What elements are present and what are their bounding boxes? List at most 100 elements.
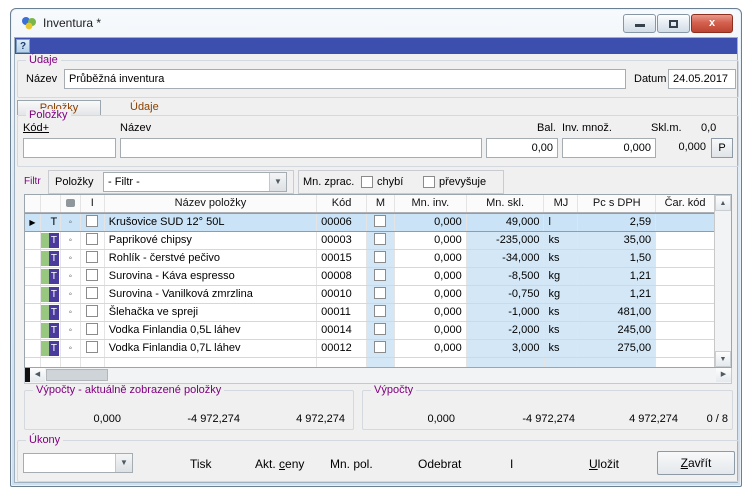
filter-polozky-label: Položky: [55, 176, 94, 188]
header-mj: MJ: [544, 195, 578, 212]
table-row[interactable]: T ◦ Rohlík - čerstvé pečivo 00015 0,000 …: [25, 250, 714, 268]
items-table: I Název položky Kód M Mn. inv. Mn. skl. …: [24, 194, 732, 368]
entry-nazev-input[interactable]: [120, 138, 482, 158]
titlebar[interactable]: Inventura * x: [11, 9, 741, 37]
p-button[interactable]: P: [711, 138, 733, 158]
help-button[interactable]: ?: [16, 39, 30, 53]
scroll-left-icon[interactable]: ◀: [30, 368, 45, 382]
chybi-checkbox[interactable]: [361, 176, 373, 188]
m-checkbox[interactable]: [374, 341, 386, 353]
row-checkbox[interactable]: [86, 323, 98, 335]
header-name: Název položky: [105, 195, 317, 212]
table-row[interactable]: T ◦ Surovina - Káva espresso 00008 0,000…: [25, 268, 714, 286]
ulozit-button[interactable]: Uložit: [589, 457, 619, 471]
table-row[interactable]: T ◦ Paprikové chipsy 00003 0,000 -235,00…: [25, 232, 714, 250]
scroll-up-icon[interactable]: ▲: [715, 195, 731, 211]
pc-cell: 35,00: [578, 232, 656, 249]
row-checkbox[interactable]: [86, 341, 98, 353]
row-marker: [25, 268, 41, 285]
inv-mnoz-input[interactable]: 0,000: [562, 138, 656, 158]
window-title: Inventura *: [43, 16, 101, 30]
header-bar: Čar. kód: [656, 195, 714, 212]
m-checkbox[interactable]: [374, 233, 386, 245]
chevron-down-icon: ▼: [115, 454, 132, 472]
scroll-down-icon[interactable]: ▼: [715, 351, 731, 367]
kod-label[interactable]: Kód+: [23, 122, 49, 134]
bal-input[interactable]: 0,00: [486, 138, 558, 158]
filter-select[interactable]: - Filtr - ▼: [103, 172, 287, 192]
m-checkbox[interactable]: [374, 215, 386, 227]
table-row[interactable]: T ◦ Vodka Finlandia 0,7L láhev 00012 0,0…: [25, 340, 714, 358]
table-header-row[interactable]: I Název položky Kód M Mn. inv. Mn. skl. …: [25, 195, 714, 213]
scroll-right-icon[interactable]: ▶: [716, 368, 731, 382]
totals-all-v3: 4 972,274: [575, 413, 678, 425]
row-checkbox[interactable]: [86, 215, 98, 227]
zavrit-button[interactable]: Zavřít: [657, 451, 735, 475]
close-button[interactable]: x: [691, 14, 733, 33]
mn-pol-button[interactable]: Mn. pol.: [330, 457, 373, 471]
mn-skl-cell: -8,500: [467, 268, 545, 285]
i-button[interactable]: I: [510, 457, 513, 471]
ukony-select[interactable]: ▼: [23, 453, 133, 473]
prevysuje-checkbox[interactable]: [423, 176, 435, 188]
m-checkbox[interactable]: [374, 323, 386, 335]
restore-button[interactable]: [657, 14, 690, 33]
table-row[interactable]: T ◦ Surovina - Vanilková zmrzlina 00010 …: [25, 286, 714, 304]
dot-icon: ◦: [69, 307, 73, 318]
akt-ceny-button[interactable]: Akt. ceny: [255, 457, 304, 471]
horizontal-scrollbar[interactable]: ◀ ▶: [24, 368, 732, 384]
hscroll-thumb[interactable]: [46, 369, 108, 381]
kod-input[interactable]: [23, 138, 116, 158]
m-checkbox[interactable]: [374, 305, 386, 317]
table-row[interactable]: T ◦ Vodka Finlandia 0,5L láhev 00014 0,0…: [25, 322, 714, 340]
type-cell: T: [41, 268, 61, 285]
bar-cell: [656, 232, 714, 249]
row-checkbox[interactable]: [86, 233, 98, 245]
row-checkbox[interactable]: [86, 251, 98, 263]
row-checkbox[interactable]: [86, 287, 98, 299]
row-checkbox[interactable]: [86, 269, 98, 281]
row-marker: [25, 340, 41, 357]
vertical-scrollbar[interactable]: ▲ ▼: [714, 195, 731, 367]
type-badge: T: [49, 287, 59, 302]
type-cell: T: [41, 286, 61, 303]
ukony-groupbox: Úkony ▼ Tisk Akt. ceny Mn. pol. Odebrat …: [17, 440, 739, 482]
tisk-button[interactable]: Tisk: [190, 457, 212, 471]
row-marker: ▶: [25, 214, 41, 231]
m-checkbox[interactable]: [374, 269, 386, 281]
pc-cell: 1,50: [578, 250, 656, 267]
app-window: Inventura * x ? Údaje Název Průběžná inv…: [10, 8, 742, 487]
datum-input[interactable]: 24.05.2017: [668, 69, 736, 89]
green-stripe: [41, 305, 49, 320]
header-i: I: [81, 195, 105, 212]
header-pc: Pc s DPH: [578, 195, 656, 212]
table-row[interactable]: T ◦ Šlehačka ve spreji 00011 0,000 -1,00…: [25, 304, 714, 322]
code-cell: 00014: [317, 322, 367, 339]
type-cell: T: [41, 232, 61, 249]
mn-inv-cell: 0,000: [395, 340, 467, 357]
restore-icon: [669, 20, 678, 28]
mn-skl-cell: -235,000: [467, 232, 545, 249]
odebrat-button[interactable]: Odebrat: [418, 457, 461, 471]
nazev-label: Název: [26, 73, 57, 85]
i-cell: [81, 268, 105, 285]
row-checkbox[interactable]: [86, 305, 98, 317]
totals-all-label: Výpočty: [371, 384, 416, 396]
table-row[interactable]: ▶ T ◦ Krušovice SUD 12° 50L 00006 0,000 …: [25, 213, 714, 232]
m-checkbox[interactable]: [374, 251, 386, 263]
minimize-button[interactable]: [623, 14, 656, 33]
row-marker: [25, 322, 41, 339]
datum-label: Datum: [634, 73, 666, 85]
header-m: M: [367, 195, 395, 212]
mj-cell: ks: [544, 340, 578, 357]
note-cell: ◦: [61, 286, 81, 303]
type-cell: T: [41, 214, 61, 231]
mj-cell: kg: [544, 268, 578, 285]
nazev-input[interactable]: Průběžná inventura: [64, 69, 626, 89]
header-type: [41, 195, 61, 212]
m-checkbox[interactable]: [374, 287, 386, 299]
ukony-group-label: Úkony: [26, 434, 63, 446]
green-stripe: [41, 251, 49, 266]
tab-udaje[interactable]: Údaje: [130, 101, 159, 113]
mn-inv-cell: 0,000: [395, 322, 467, 339]
